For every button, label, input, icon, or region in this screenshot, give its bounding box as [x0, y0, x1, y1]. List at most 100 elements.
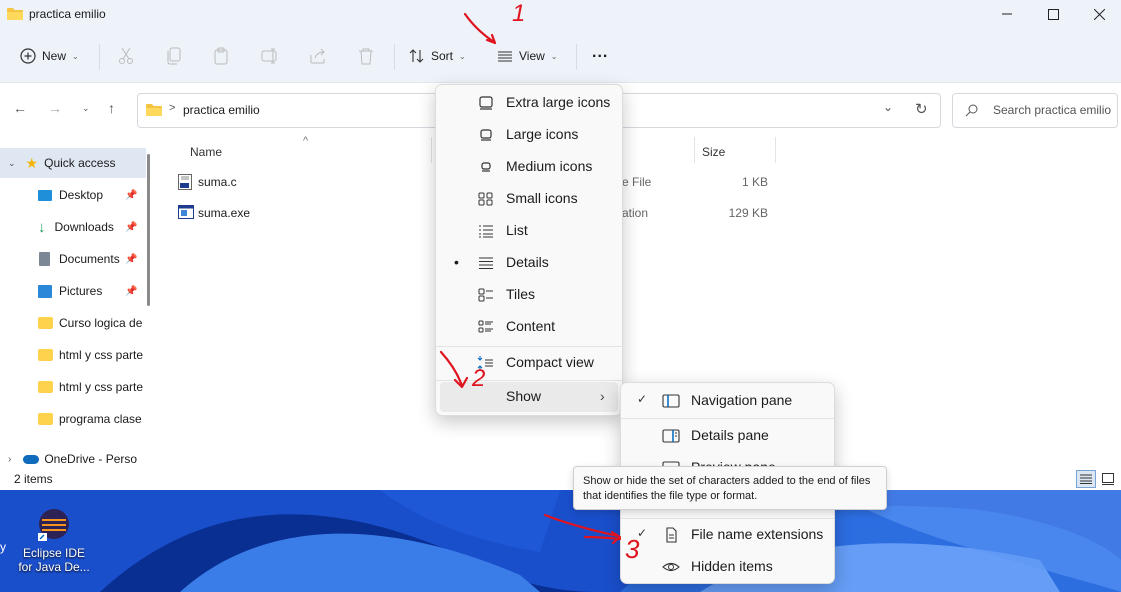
cloud-icon — [23, 454, 40, 464]
desktop-icon-label: Eclipse IDE for Java De... — [18, 546, 90, 574]
menu-item-label: Compact view — [506, 354, 594, 370]
compact-view-icon — [477, 356, 493, 370]
file-type: ation — [622, 206, 649, 220]
file-size: 1 KB — [741, 175, 768, 189]
sidebar-item-desktop[interactable]: Desktop 📌 — [0, 180, 146, 210]
navigation-pane-icon — [662, 394, 680, 408]
breadcrumb-separator: > — [169, 102, 176, 114]
desktop-icon-eclipse[interactable]: Eclipse IDE for Java De... — [16, 506, 92, 574]
tiles-icon — [478, 288, 493, 302]
selected-bullet-icon: • — [454, 254, 459, 270]
details-view-toggle[interactable] — [1076, 470, 1096, 488]
column-divider[interactable] — [694, 137, 695, 163]
navigation-pane: ⌄ ★ Quick access Desktop 📌 ↓ Downloads 📌… — [0, 138, 155, 468]
column-header-size[interactable]: Size — [702, 145, 725, 159]
menu-item-details-pane[interactable]: Details pane — [625, 421, 830, 451]
up-arrow-icon[interactable]: ↑ — [108, 100, 115, 116]
eclipse-icon — [38, 509, 69, 541]
large-icons-view-icon[interactable] — [1102, 473, 1114, 485]
menu-item-small-icons[interactable]: Small icons — [440, 184, 618, 214]
sidebar-scrollbar[interactable] — [147, 154, 150, 306]
column-divider[interactable] — [431, 137, 432, 163]
menu-item-label: Medium icons — [506, 158, 593, 174]
sidebar-item-downloads[interactable]: ↓ Downloads 📌 — [0, 212, 146, 242]
menu-item-label: Content — [506, 318, 556, 334]
sort-ascending-icon: ^ — [303, 135, 309, 147]
sort-button[interactable]: Sort ⌄ — [409, 48, 466, 64]
refresh-icon[interactable]: ↻ — [915, 100, 928, 118]
small-icons-icon — [478, 192, 493, 206]
column-divider[interactable] — [775, 137, 776, 163]
sort-icon — [409, 49, 424, 63]
menu-item-label: Details — [506, 254, 549, 270]
sidebar-item-folder[interactable]: html y css parte — [0, 340, 146, 370]
checkmark-icon: ✓ — [637, 392, 648, 406]
cut-icon[interactable] — [118, 47, 134, 65]
search-box[interactable]: Search practica emilio — [952, 93, 1118, 128]
sidebar-item-folder[interactable]: html y css parte — [0, 372, 146, 402]
c-source-file-icon — [178, 174, 192, 190]
rename-icon[interactable] — [261, 47, 279, 65]
sidebar-item-quick-access[interactable]: ⌄ ★ Quick access — [0, 148, 146, 178]
menu-item-large-icons[interactable]: Large icons — [440, 120, 618, 150]
forward-arrow-icon[interactable]: → — [48, 100, 62, 116]
folder-icon — [146, 104, 162, 116]
column-header-name[interactable]: Name — [190, 145, 222, 159]
pin-icon: 📌 — [125, 189, 138, 201]
sidebar-item-label: Pictures — [59, 284, 103, 298]
chevron-down-icon: ⌄ — [550, 51, 558, 61]
sidebar-item-folder[interactable]: Curso logica de — [0, 308, 146, 338]
file-name: suma.c — [198, 175, 237, 189]
sidebar-item-label: Desktop — [59, 188, 104, 202]
menu-item-extra-large-icons[interactable]: Extra large icons — [440, 88, 618, 118]
chevron-down-icon: ⌄ — [8, 157, 16, 168]
paste-icon[interactable] — [213, 47, 229, 65]
menu-item-label: List — [506, 222, 528, 238]
menu-item-compact-view[interactable]: Compact view — [440, 348, 618, 378]
back-arrow-icon[interactable]: ← — [13, 100, 27, 116]
menu-item-label: Details pane — [691, 427, 769, 443]
download-icon: ↓ — [38, 218, 46, 236]
delete-icon[interactable] — [358, 47, 374, 65]
copy-icon[interactable] — [166, 47, 182, 65]
desktop-icon — [38, 189, 52, 201]
menu-item-tiles[interactable]: Tiles — [440, 280, 618, 310]
sidebar-item-label: OneDrive - Perso — [44, 452, 138, 466]
menu-item-file-name-extensions[interactable]: ✓ File name extensions — [625, 520, 830, 550]
sidebar-item-documents[interactable]: Documents 📌 — [0, 244, 146, 274]
sidebar-item-pictures[interactable]: Pictures 📌 — [0, 276, 146, 306]
file-extension-icon — [666, 527, 677, 543]
maximize-button[interactable] — [1030, 0, 1076, 28]
close-button[interactable] — [1076, 0, 1121, 28]
folder-icon — [38, 381, 53, 393]
breadcrumb-path[interactable]: practica emilio — [183, 103, 260, 117]
menu-item-show[interactable]: Show › — [440, 382, 618, 412]
sidebar-item-label: Curso logica de — [59, 316, 143, 330]
sidebar-item-label: Downloads — [54, 220, 114, 234]
menu-item-label: File name extensions — [691, 526, 824, 542]
share-icon[interactable] — [309, 47, 327, 65]
new-button[interactable]: New ⌄ — [20, 48, 79, 64]
recent-chevron-icon[interactable]: ⌄ — [82, 103, 90, 114]
menu-item-hidden-items[interactable]: Hidden items — [625, 552, 830, 582]
sidebar-item-folder[interactable]: programa clase — [0, 404, 146, 434]
more-options-button[interactable]: ... — [592, 44, 608, 62]
minimize-button[interactable] — [984, 0, 1030, 28]
toolbar-divider — [576, 44, 577, 70]
menu-item-content[interactable]: Content — [440, 312, 618, 342]
view-button[interactable]: View ⌄ — [497, 48, 558, 64]
menu-item-details[interactable]: • Details — [440, 248, 618, 278]
title-bar: practica emilio — [0, 0, 1121, 30]
star-icon: ★ — [25, 154, 39, 171]
menu-item-list[interactable]: List — [440, 216, 618, 246]
menu-item-medium-icons[interactable]: Medium icons — [440, 152, 618, 182]
menu-item-label: Small icons — [506, 190, 578, 206]
extra-large-icons-icon — [479, 96, 493, 110]
menu-item-navigation-pane[interactable]: ✓ Navigation pane — [625, 386, 830, 416]
maximize-icon — [1047, 8, 1059, 20]
menu-divider — [436, 346, 622, 347]
details-pane-icon — [662, 429, 680, 443]
address-dropdown-chevron-icon[interactable]: ⌄ — [883, 100, 893, 114]
item-count: 2 items — [14, 472, 53, 486]
sidebar-item-label: Quick access — [44, 156, 116, 170]
